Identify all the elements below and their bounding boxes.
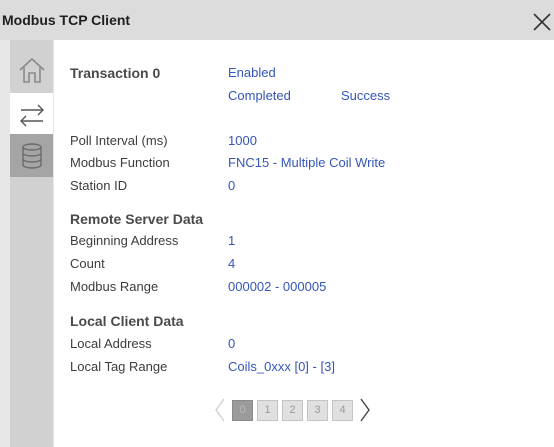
page-button-4[interactable]: 4 (332, 399, 353, 421)
poll-interval-label: Poll Interval (ms) (70, 133, 168, 148)
close-button[interactable] (530, 10, 554, 34)
transaction-label: Transaction 0 (70, 65, 161, 81)
home-icon (18, 57, 45, 83)
page-button-3[interactable]: 3 (307, 399, 328, 421)
modbus-range-value: 000002 - 000005 (228, 279, 327, 294)
local-address-value: 0 (228, 336, 236, 351)
sidebar-item-data[interactable] (10, 134, 53, 177)
database-icon (21, 142, 42, 169)
local-tag-range-label: Local Tag Range (70, 359, 168, 374)
close-icon (533, 13, 551, 31)
station-id-value: 0 (228, 178, 236, 193)
previous-page-button[interactable] (210, 395, 230, 425)
beginning-address-label: Beginning Address (70, 233, 179, 248)
modbus-function-value: FNC15 - Multiple Coil Write (228, 155, 386, 170)
poll-interval-value: 1000 (228, 133, 257, 148)
sidebar-item-home[interactable] (10, 48, 53, 91)
chevron-right-icon (360, 398, 370, 422)
remote-server-heading: Remote Server Data (70, 211, 204, 227)
pagination: 0 1 2 3 4 (210, 390, 375, 430)
modbus-tcp-client-window: Modbus TCP Client Transaction 0 Enabled … (0, 0, 554, 447)
count-value: 4 (228, 256, 236, 271)
page-button-1[interactable]: 1 (257, 399, 278, 421)
local-client-heading: Local Client Data (70, 313, 184, 329)
page-button-0[interactable]: 0 (232, 399, 253, 421)
transaction-enabled-status: Enabled (228, 65, 276, 80)
modbus-function-label: Modbus Function (70, 155, 170, 170)
count-label: Count (70, 256, 105, 271)
window-title: Modbus TCP Client (2, 12, 131, 28)
chevron-left-icon (215, 398, 225, 422)
station-id-label: Station ID (70, 178, 128, 193)
transfer-arrows-icon (19, 104, 44, 126)
local-tag-range-value: Coils_0xxx [0] - [3] (228, 359, 335, 374)
transaction-completed-status: Completed (228, 88, 291, 103)
page-button-2[interactable]: 2 (282, 399, 303, 421)
sidebar-item-transactions[interactable] (10, 93, 53, 136)
next-page-button[interactable] (355, 395, 375, 425)
transaction-result-status: Success (341, 88, 391, 103)
modbus-range-label: Modbus Range (70, 279, 159, 294)
local-address-label: Local Address (70, 336, 152, 351)
title-bar: Modbus TCP Client (0, 0, 554, 40)
beginning-address-value: 1 (228, 233, 236, 248)
